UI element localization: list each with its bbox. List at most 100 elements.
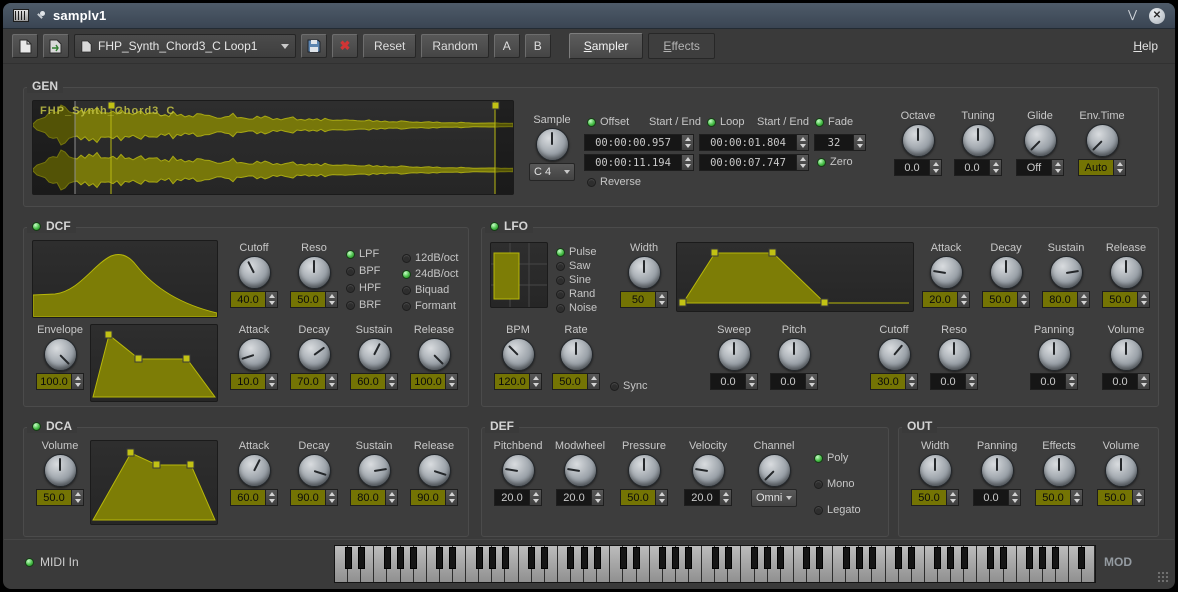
lfo-sweep-knob[interactable] xyxy=(718,338,751,371)
lfo-cutoff-knob[interactable] xyxy=(878,338,911,371)
lfo-release-knob[interactable] xyxy=(1110,256,1143,289)
spinner-arrows[interactable] xyxy=(1008,490,1020,505)
lfo-rate-knob[interactable] xyxy=(560,338,593,371)
lfo-panning-spinbox[interactable]: 0.0 xyxy=(1030,373,1078,390)
filter-type-lpf[interactable]: LPF xyxy=(346,248,379,260)
tab-effects[interactable]: Effects xyxy=(648,33,714,59)
spinner-arrows[interactable] xyxy=(265,292,277,307)
spinner-arrows[interactable] xyxy=(957,292,969,307)
title-bar[interactable]: samplv1 ⋁ ✕ xyxy=(3,3,1175,29)
dca-adsr-display[interactable] xyxy=(90,440,218,525)
piano-black-key[interactable] xyxy=(397,547,404,569)
piano-black-key[interactable] xyxy=(895,547,902,569)
lfo-panning-knob[interactable] xyxy=(1038,338,1071,371)
piano-black-key[interactable] xyxy=(777,547,784,569)
piano-black-key[interactable] xyxy=(594,547,601,569)
piano-black-key[interactable] xyxy=(1078,547,1085,569)
lfo-pitch-knob[interactable] xyxy=(778,338,811,371)
def-pitchbend-spinbox[interactable]: 20.0 xyxy=(494,489,542,506)
lfo-shape-sine[interactable]: Sine xyxy=(556,274,591,286)
dca-release-spinbox[interactable]: 90.0 xyxy=(410,489,458,506)
dcf-decay-spinbox[interactable]: 70.0 xyxy=(290,373,338,390)
spinner-arrows[interactable] xyxy=(853,135,865,150)
dca-sustain-knob[interactable] xyxy=(358,454,391,487)
def-velocity-spinbox[interactable]: 20.0 xyxy=(684,489,732,506)
spinner-arrows[interactable] xyxy=(681,135,693,150)
piano-black-key[interactable] xyxy=(751,547,758,569)
dca-decay-spinbox[interactable]: 90.0 xyxy=(290,489,338,506)
lfo-volume-spinbox[interactable]: 0.0 xyxy=(1102,373,1150,390)
def-pitchbend-knob[interactable] xyxy=(502,454,535,487)
dcf-reso-knob[interactable] xyxy=(298,256,331,289)
sample-knob[interactable] xyxy=(536,128,569,161)
spinner-arrows[interactable] xyxy=(681,155,693,170)
spinner-arrows[interactable] xyxy=(1070,490,1082,505)
spinner-arrows[interactable] xyxy=(71,374,83,389)
spinner-arrows[interactable] xyxy=(325,292,337,307)
spinner-arrows[interactable] xyxy=(745,374,757,389)
glide-knob[interactable] xyxy=(1024,124,1057,157)
keymode-mono[interactable]: Mono xyxy=(814,478,855,490)
dcf-cutoff-knob[interactable] xyxy=(238,256,271,289)
dcf-release-knob[interactable] xyxy=(418,338,451,371)
dcf-led[interactable] xyxy=(32,222,41,231)
pin-icon[interactable] xyxy=(36,11,46,21)
spinner-arrows[interactable] xyxy=(445,374,457,389)
piano-black-key[interactable] xyxy=(620,547,627,569)
new-preset-button[interactable] xyxy=(12,34,38,58)
lfo-release-spinbox[interactable]: 50.0 xyxy=(1102,291,1150,308)
swap-b-button[interactable]: B xyxy=(525,34,551,58)
filter-curve-display[interactable] xyxy=(32,240,218,318)
spinner-arrows[interactable] xyxy=(587,374,599,389)
fade-toggle[interactable]: Fade xyxy=(815,116,853,128)
piano-black-key[interactable] xyxy=(961,547,968,569)
dcf-cutoff-spinbox[interactable]: 40.0 xyxy=(230,291,278,308)
out-width-knob[interactable] xyxy=(919,454,952,487)
piano-black-key[interactable] xyxy=(843,547,850,569)
sample-note-combobox[interactable]: C 4 xyxy=(529,163,575,181)
lfo-attack-spinbox[interactable]: 20.0 xyxy=(922,291,970,308)
lfo-shape-saw[interactable]: Saw xyxy=(556,260,590,272)
piano-black-key[interactable] xyxy=(1052,547,1059,569)
dca-led[interactable] xyxy=(32,422,41,431)
filter-type-bpf[interactable]: BPF xyxy=(346,265,380,277)
out-volume-spinbox[interactable]: 50.0 xyxy=(1097,489,1145,506)
spinner-arrows[interactable] xyxy=(1137,292,1149,307)
spinner-arrows[interactable] xyxy=(1065,374,1077,389)
piano-black-key[interactable] xyxy=(712,547,719,569)
piano-keyboard[interactable] xyxy=(334,545,1096,583)
spinner-arrows[interactable] xyxy=(71,490,83,505)
spinner-arrows[interactable] xyxy=(989,160,1001,175)
spinner-arrows[interactable] xyxy=(929,160,941,175)
spinner-arrows[interactable] xyxy=(946,490,958,505)
out-effects-spinbox[interactable]: 50.0 xyxy=(1035,489,1083,506)
offset-start-field[interactable]: 00:00:00.957 xyxy=(584,134,694,151)
glide-spinbox[interactable]: Off xyxy=(1016,159,1064,176)
out-panning-knob[interactable] xyxy=(981,454,1014,487)
sample-waveform-display[interactable]: FHP_Synth_Chord3_C xyxy=(32,100,514,195)
dcf-envelope-knob[interactable] xyxy=(44,338,77,371)
piano-black-key[interactable] xyxy=(816,547,823,569)
def-pressure-spinbox[interactable]: 50.0 xyxy=(620,489,668,506)
piano-black-key[interactable] xyxy=(803,547,810,569)
lfo-sustain-knob[interactable] xyxy=(1050,256,1083,289)
spinner-arrows[interactable] xyxy=(796,135,808,150)
dca-attack-knob[interactable] xyxy=(238,454,271,487)
lfo-reso-spinbox[interactable]: 0.0 xyxy=(930,373,978,390)
piano-black-key[interactable] xyxy=(947,547,954,569)
piano-black-key[interactable] xyxy=(869,547,876,569)
keymode-legato[interactable]: Legato xyxy=(814,504,861,516)
piano-black-key[interactable] xyxy=(581,547,588,569)
lfo-decay-knob[interactable] xyxy=(990,256,1023,289)
piano-black-key[interactable] xyxy=(502,547,509,569)
def-channel-knob[interactable] xyxy=(758,454,791,487)
def-modwheel-spinbox[interactable]: 20.0 xyxy=(556,489,604,506)
lfo-wave-display[interactable] xyxy=(676,242,914,312)
lfo-sustain-spinbox[interactable]: 80.0 xyxy=(1042,291,1090,308)
lfo-rate-spinbox[interactable]: 50.0 xyxy=(552,373,600,390)
piano-black-key[interactable] xyxy=(685,547,692,569)
spinner-arrows[interactable] xyxy=(265,374,277,389)
lfo-shape-rand[interactable]: Rand xyxy=(556,288,595,300)
loop-end-field[interactable]: 00:00:07.747 xyxy=(699,154,809,171)
piano-black-key[interactable] xyxy=(345,547,352,569)
